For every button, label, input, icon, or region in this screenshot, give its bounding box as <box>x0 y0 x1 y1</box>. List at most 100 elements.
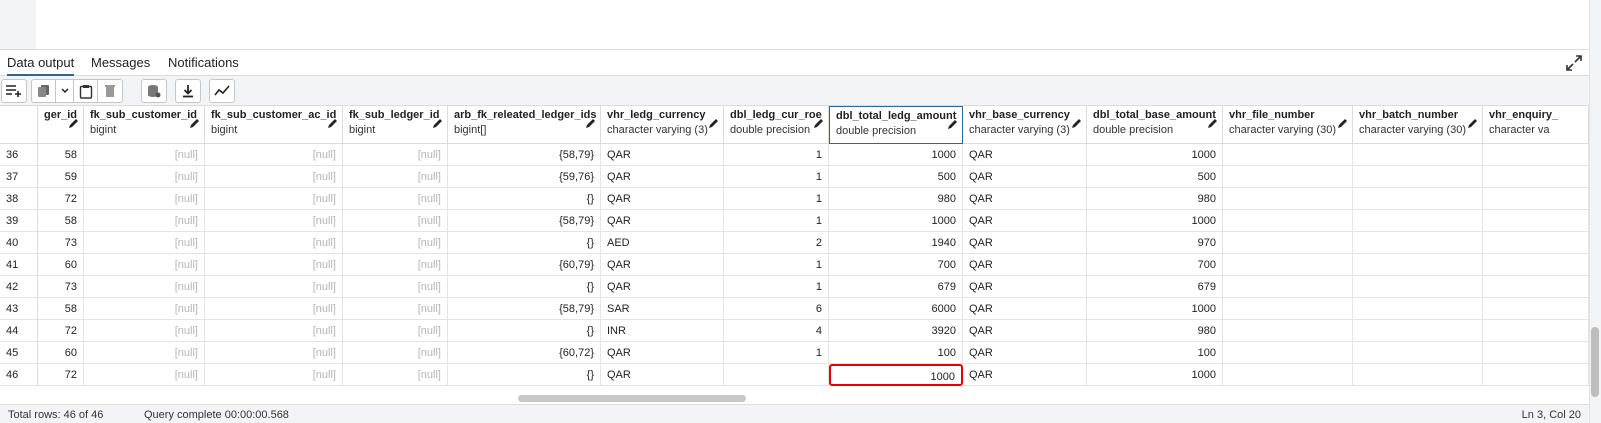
table-cell[interactable]: [null] <box>84 210 205 232</box>
row-number[interactable]: 36 <box>0 144 38 166</box>
table-cell[interactable] <box>1483 166 1589 188</box>
delete-button[interactable] <box>98 80 122 102</box>
row-number[interactable]: 37 <box>0 166 38 188</box>
table-cell[interactable]: QAR <box>963 298 1087 320</box>
table-cell[interactable]: 700 <box>1087 254 1223 276</box>
table-cell[interactable] <box>724 364 829 386</box>
table-cell[interactable] <box>1483 276 1589 298</box>
table-cell[interactable]: [null] <box>205 342 343 364</box>
table-cell[interactable]: 1 <box>724 254 829 276</box>
table-cell[interactable]: 58 <box>38 144 84 166</box>
table-cell[interactable] <box>1483 298 1589 320</box>
table-cell[interactable]: INR <box>601 320 724 342</box>
table-cell[interactable]: [null] <box>205 254 343 276</box>
table-cell[interactable]: [null] <box>343 232 448 254</box>
table-cell[interactable]: [null] <box>343 342 448 364</box>
table-cell[interactable]: [null] <box>84 144 205 166</box>
table-cell[interactable]: 1000 <box>829 144 963 166</box>
table-cell[interactable]: QAR <box>601 188 724 210</box>
table-cell[interactable]: 679 <box>829 276 963 298</box>
table-cell[interactable]: 100 <box>829 342 963 364</box>
column-header[interactable]: vhr_ledg_currency character varying (3) <box>601 106 724 144</box>
table-cell[interactable]: [null] <box>84 166 205 188</box>
table-cell[interactable] <box>1353 342 1483 364</box>
table-cell[interactable]: 1000 <box>1087 364 1223 386</box>
table-cell[interactable]: [null] <box>343 254 448 276</box>
table-cell[interactable] <box>1483 320 1589 342</box>
table-cell[interactable]: [null] <box>84 188 205 210</box>
vertical-scroll-thumb[interactable] <box>1591 327 1599 397</box>
table-cell[interactable]: QAR <box>963 188 1087 210</box>
table-cell[interactable]: {} <box>448 276 601 298</box>
row-number[interactable]: 38 <box>0 188 38 210</box>
pencil-icon[interactable] <box>1466 118 1478 130</box>
row-number[interactable]: 43 <box>0 298 38 320</box>
row-number[interactable]: 44 <box>0 320 38 342</box>
table-cell[interactable]: [null] <box>84 276 205 298</box>
table-cell[interactable]: {} <box>448 320 601 342</box>
column-header[interactable]: vhr_enquiry_ character va <box>1483 106 1589 144</box>
table-cell[interactable] <box>1353 364 1483 386</box>
table-cell[interactable]: [null] <box>205 276 343 298</box>
table-cell[interactable] <box>1223 364 1353 386</box>
table-cell[interactable]: 1000 <box>1087 298 1223 320</box>
table-cell[interactable]: [null] <box>343 144 448 166</box>
column-header[interactable]: ger_id <box>38 106 84 144</box>
table-cell[interactable]: 72 <box>38 188 84 210</box>
table-cell[interactable]: [null] <box>343 364 448 386</box>
column-header[interactable]: dbl_ledg_cur_roe double precision <box>724 106 829 144</box>
table-cell[interactable]: [null] <box>84 254 205 276</box>
row-number[interactable]: 42 <box>0 276 38 298</box>
column-header[interactable]: vhr_base_currency character varying (3) <box>963 106 1087 144</box>
query-editor[interactable] <box>0 0 1601 49</box>
table-cell[interactable] <box>1483 188 1589 210</box>
table-cell[interactable]: 1 <box>724 188 829 210</box>
table-cell[interactable]: [null] <box>343 166 448 188</box>
table-cell[interactable] <box>1353 254 1483 276</box>
table-cell[interactable]: 679 <box>1087 276 1223 298</box>
table-cell[interactable]: [null] <box>205 232 343 254</box>
table-cell[interactable]: 970 <box>1087 232 1223 254</box>
table-cell[interactable]: [null] <box>205 188 343 210</box>
row-number[interactable]: 45 <box>0 342 38 364</box>
table-cell[interactable]: [null] <box>84 342 205 364</box>
table-cell[interactable]: 980 <box>1087 320 1223 342</box>
table-cell[interactable] <box>1483 342 1589 364</box>
table-cell[interactable]: {} <box>448 188 601 210</box>
table-cell[interactable]: {58,79} <box>448 298 601 320</box>
table-cell[interactable] <box>1353 144 1483 166</box>
pencil-icon[interactable] <box>431 118 443 130</box>
table-cell[interactable] <box>1223 188 1353 210</box>
table-cell[interactable]: 1 <box>724 276 829 298</box>
table-cell[interactable]: 72 <box>38 320 84 342</box>
column-header[interactable]: dbl_total_base_amount double precision <box>1087 106 1223 144</box>
copy-options-button[interactable] <box>56 80 74 102</box>
table-cell[interactable]: 1000 <box>829 364 963 386</box>
row-number[interactable]: 41 <box>0 254 38 276</box>
table-cell[interactable]: 700 <box>829 254 963 276</box>
table-cell[interactable]: 72 <box>38 364 84 386</box>
download-button[interactable] <box>176 80 200 102</box>
table-cell[interactable]: [null] <box>343 320 448 342</box>
table-cell[interactable]: QAR <box>963 276 1087 298</box>
tab-notifications[interactable]: Notifications <box>168 50 239 76</box>
table-cell[interactable] <box>1353 188 1483 210</box>
table-cell[interactable]: [null] <box>84 320 205 342</box>
horizontal-scroll-thumb[interactable] <box>518 395 746 402</box>
table-cell[interactable]: 1000 <box>829 210 963 232</box>
table-cell[interactable]: 2 <box>724 232 829 254</box>
table-cell[interactable]: [null] <box>84 232 205 254</box>
table-cell[interactable] <box>1483 210 1589 232</box>
table-cell[interactable]: [null] <box>205 320 343 342</box>
table-cell[interactable]: 6 <box>724 298 829 320</box>
table-cell[interactable]: QAR <box>601 210 724 232</box>
table-cell[interactable]: QAR <box>601 166 724 188</box>
table-cell[interactable]: 980 <box>829 188 963 210</box>
row-number[interactable]: 46 <box>0 364 38 386</box>
table-cell[interactable] <box>1223 342 1353 364</box>
table-cell[interactable]: 1 <box>724 144 829 166</box>
table-cell[interactable]: {60,79} <box>448 254 601 276</box>
table-cell[interactable]: [null] <box>343 298 448 320</box>
table-cell[interactable]: 60 <box>38 342 84 364</box>
table-cell[interactable]: 1 <box>724 342 829 364</box>
